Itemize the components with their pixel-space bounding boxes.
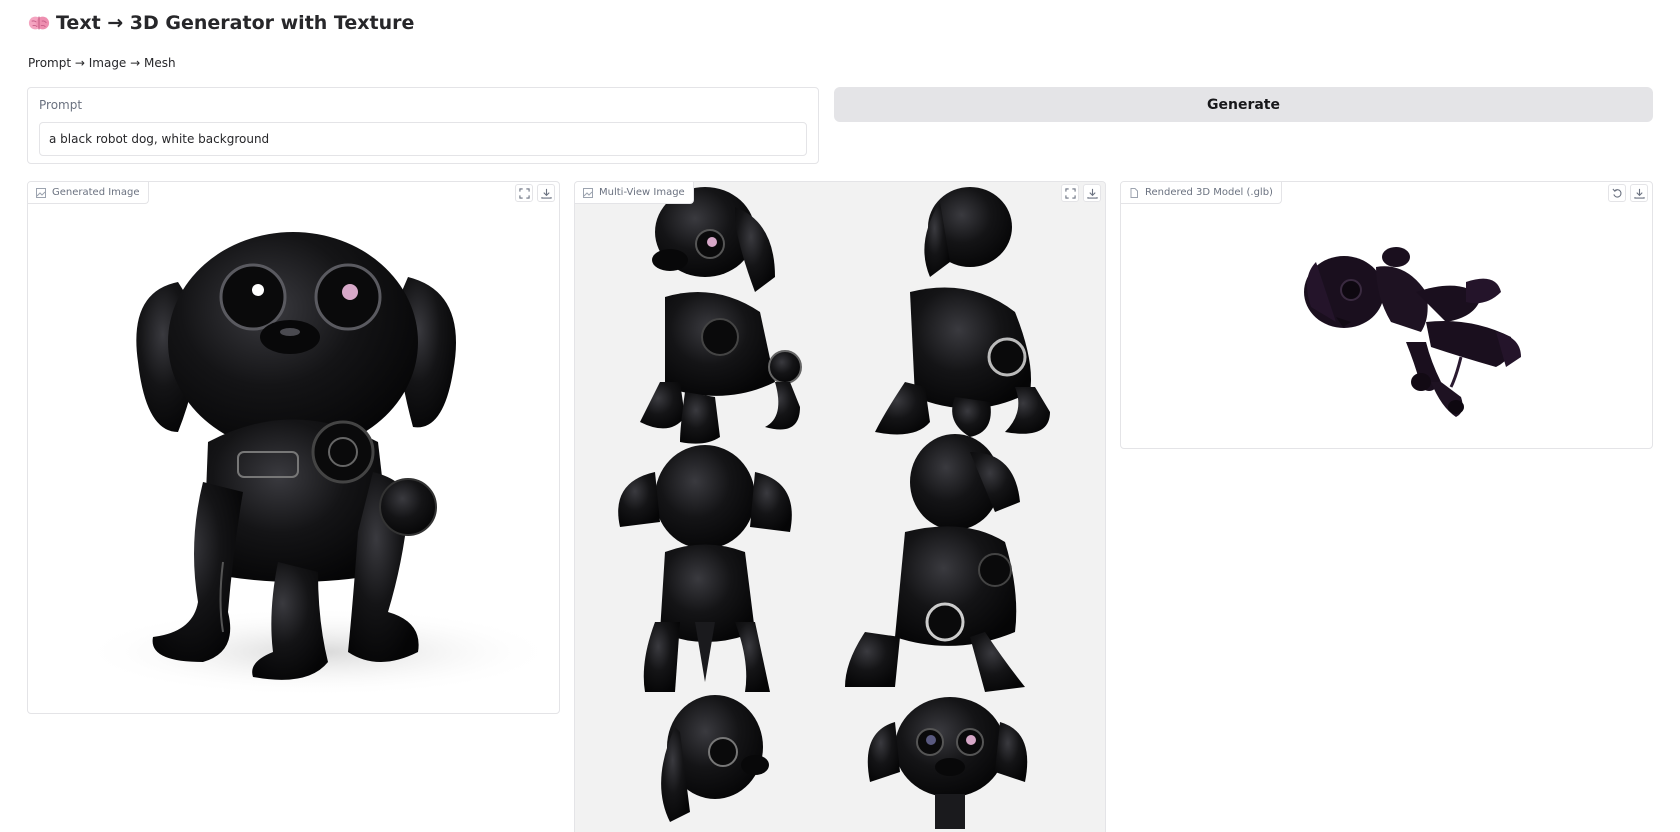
fullscreen-icon [1064,187,1076,199]
fullscreen-button[interactable] [1061,184,1079,202]
brain-icon [28,16,50,30]
multiview-image-tools [1061,184,1101,202]
prompt-input[interactable] [39,122,807,156]
robot-dog-image [78,232,558,697]
app-title: Text → 3D Generator with Texture [28,12,414,34]
fullscreen-icon [518,187,530,199]
app-root: Text → 3D Generator with Texture Prompt … [0,0,1680,832]
model-panel: Rendered 3D Model (.glb) [1120,181,1653,449]
download-icon [1633,188,1645,199]
generated-image-label-text: Generated Image [52,187,140,198]
app-title-text: Text → 3D Generator with Texture [56,12,415,34]
multiview-grid-image [575,182,1105,832]
image-icon [36,187,46,198]
generated-image-panel: Generated Image [27,181,560,714]
robot-dog-3d-model [1304,247,1521,417]
download-button[interactable] [537,184,555,202]
multiview-image-label: Multi-View Image [575,182,694,204]
generate-button[interactable]: Generate [834,87,1653,122]
download-button[interactable] [1630,184,1648,202]
download-button[interactable] [1083,184,1101,202]
file-icon [1130,187,1138,198]
fullscreen-button[interactable] [515,184,533,202]
download-icon [540,188,552,199]
image-icon [583,187,593,198]
prompt-block: Prompt [27,87,819,164]
undo-button[interactable] [1608,184,1626,202]
download-icon [1086,188,1098,199]
model-label-text: Rendered 3D Model (.glb) [1145,187,1273,198]
multiview-image-panel: Multi-View Image [574,181,1106,832]
model-label: Rendered 3D Model (.glb) [1121,182,1282,204]
model-tools [1608,184,1648,202]
generated-image-label: Generated Image [28,182,149,204]
generated-image-tools [515,184,555,202]
undo-icon [1611,188,1621,198]
prompt-label: Prompt [39,98,83,112]
multiview-image-label-text: Multi-View Image [599,187,685,198]
model-viewer-canvas[interactable] [1121,182,1653,449]
app-subtitle: Prompt → Image → Mesh [28,56,176,70]
